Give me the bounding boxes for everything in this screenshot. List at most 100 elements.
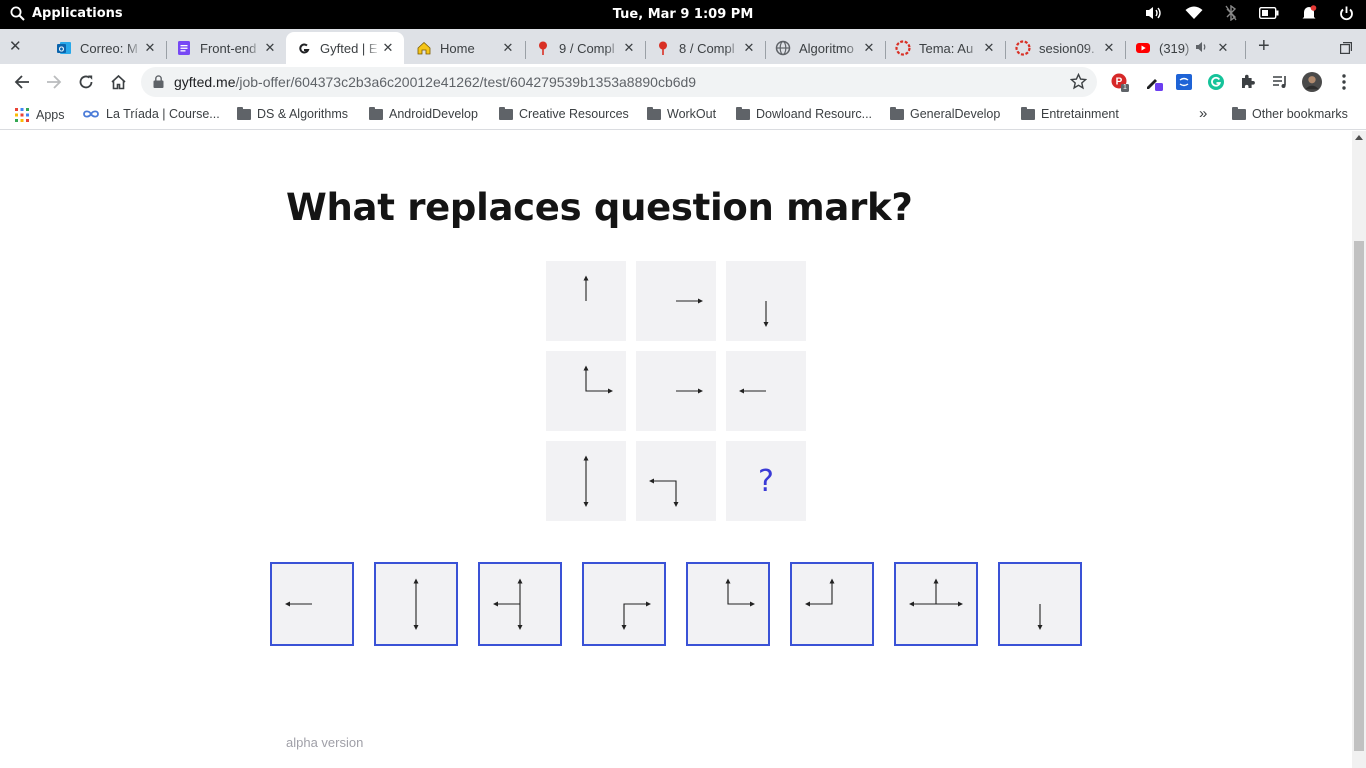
tab-close-icon[interactable]: ✕ <box>262 40 278 56</box>
moodle-icon <box>1015 40 1031 56</box>
infinity-icon <box>83 110 99 118</box>
adblock-extension-icon[interactable]: P 1 <box>1110 72 1130 92</box>
tab-title: 9 / Compl <box>559 40 615 56</box>
tab-close-icon[interactable]: ✕ <box>1215 40 1231 56</box>
tab-close-icon[interactable]: ✕ <box>621 40 637 56</box>
answer-option-1[interactable] <box>270 562 354 646</box>
bookmark-label: La Tríada | Course... <box>106 107 220 121</box>
answer-option-8[interactable] <box>998 562 1082 646</box>
tab-front-end[interactable]: Front-end ✕ <box>166 32 286 64</box>
volume-icon[interactable] <box>1145 5 1163 21</box>
t-left-up-down-figure <box>493 578 523 630</box>
tab-separator <box>1245 41 1246 59</box>
reload-button[interactable] <box>76 72 96 92</box>
bookmark-label: GeneralDevelop <box>910 107 1001 121</box>
tab-title: Gyfted | E <box>320 40 378 56</box>
folder-icon <box>1232 106 1246 120</box>
browser-menu-icon[interactable] <box>1334 72 1354 92</box>
bookmark-label: Other bookmarks <box>1252 107 1348 121</box>
folder-icon <box>647 106 661 120</box>
arrow-right-figure <box>676 388 703 394</box>
wifi-icon[interactable] <box>1185 6 1203 20</box>
t-left-right-up-figure <box>909 578 963 607</box>
scroll-thumb[interactable] <box>1354 241 1364 751</box>
eyedropper-extension-icon[interactable] <box>1144 72 1164 92</box>
tab-search-icon[interactable] <box>1340 41 1352 59</box>
tab-sesion09[interactable]: sesion09. ✕ <box>1005 32 1125 64</box>
forward-arrow-icon <box>47 75 62 89</box>
moodle-icon <box>895 40 911 56</box>
bookmark-entretainment[interactable]: Entretainment <box>1021 106 1119 121</box>
url-domain: gyfted.me <box>174 74 236 90</box>
grid-cell-r3c1 <box>546 441 626 521</box>
tab-youtube[interactable]: (319) ✕ <box>1125 32 1245 64</box>
bookmarks-overflow-button[interactable]: » <box>1199 105 1207 122</box>
arrow-left-figure <box>739 388 766 394</box>
corner-left-down-figure <box>649 478 679 507</box>
close-window-icon[interactable]: ✕ <box>9 39 22 54</box>
media-controls-icon[interactable] <box>1270 72 1290 92</box>
profile-avatar[interactable] <box>1302 72 1322 92</box>
tab-close-icon[interactable]: ✕ <box>142 40 158 56</box>
bluetooth-off-icon[interactable] <box>1225 5 1237 21</box>
arrow-right-figure <box>676 298 703 304</box>
bookmark-star-icon[interactable] <box>1070 73 1087 90</box>
outlook-icon: O <box>56 40 72 56</box>
home-button[interactable] <box>108 72 128 92</box>
folder-icon <box>890 106 904 120</box>
tab-close-icon[interactable]: ✕ <box>380 40 396 56</box>
page-scrollbar[interactable] <box>1352 131 1366 768</box>
notification-icon[interactable] <box>1301 5 1317 21</box>
arrow-down-figure <box>1037 604 1043 630</box>
version-label: alpha version <box>286 735 364 750</box>
audio-playing-icon[interactable] <box>1195 41 1209 56</box>
tab-title: Front-end <box>200 40 257 56</box>
bookmark-dowloand-resources[interactable]: Dowloand Resourc... <box>736 106 872 121</box>
tab-close-icon[interactable]: ✕ <box>1101 40 1117 56</box>
answer-option-6[interactable] <box>790 562 874 646</box>
tab-close-icon[interactable]: ✕ <box>981 40 997 56</box>
grammarly-extension-icon[interactable] <box>1206 72 1226 92</box>
bookmark-androiddevelop[interactable]: AndroidDevelop <box>369 106 478 121</box>
answer-option-4[interactable] <box>582 562 666 646</box>
lock-icon[interactable] <box>153 75 164 88</box>
bookmark-workout[interactable]: WorkOut <box>647 106 716 121</box>
back-button[interactable] <box>12 72 32 92</box>
tab-close-icon[interactable]: ✕ <box>861 40 877 56</box>
bookmark-ds-algorithms[interactable]: DS & Algorithms <box>237 106 348 121</box>
scroll-up-arrow-icon[interactable] <box>1355 135 1363 140</box>
bookmark-creative-resources[interactable]: Creative Resources <box>499 106 629 121</box>
youtube-icon <box>1135 40 1151 56</box>
answer-option-2[interactable] <box>374 562 458 646</box>
grid-cell-r2c2 <box>636 351 716 431</box>
battery-icon[interactable] <box>1259 7 1279 19</box>
reload-icon <box>79 75 93 89</box>
bookmark-la-triada[interactable]: La Tríada | Course... <box>82 107 220 121</box>
bookmark-generaldevelop[interactable]: GeneralDevelop <box>890 106 1001 121</box>
browser-tab-strip: ✕ O Correo: M ✕ Front-end ✕ Gyfted | E ✕… <box>0 29 1366 64</box>
new-tab-button[interactable]: + <box>1258 36 1270 56</box>
tab-close-icon[interactable]: ✕ <box>741 40 757 56</box>
corner-up-right-figure <box>725 578 755 607</box>
tab-algoritmo[interactable]: Algoritmo ✕ <box>765 32 885 64</box>
answer-option-7[interactable] <box>894 562 978 646</box>
arrow-up-figure <box>583 275 589 301</box>
answer-option-5[interactable] <box>686 562 770 646</box>
tab-correo[interactable]: O Correo: M ✕ <box>46 32 166 64</box>
bookmark-apps[interactable]: Apps <box>14 107 65 123</box>
tab-gyfted[interactable]: Gyfted | E ✕ <box>286 32 404 64</box>
answer-option-3[interactable] <box>478 562 562 646</box>
extensions-puzzle-icon[interactable] <box>1238 72 1258 92</box>
tab-compl-9[interactable]: 9 / Compl ✕ <box>525 32 645 64</box>
tab-compl-8[interactable]: 8 / Compl ✕ <box>645 32 765 64</box>
power-icon[interactable] <box>1339 6 1354 21</box>
forward-button[interactable] <box>44 72 64 92</box>
tab-tema[interactable]: Tema: Au ✕ <box>885 32 1005 64</box>
tab-close-icon[interactable]: ✕ <box>500 40 516 56</box>
address-bar[interactable]: gyfted.me/job-offer/604373c2b3a6c20012e4… <box>141 67 1097 97</box>
tab-home[interactable]: Home ✕ <box>406 32 524 64</box>
url-text: gyfted.me/job-offer/604373c2b3a6c20012e4… <box>174 74 696 90</box>
screenshot-extension-icon[interactable] <box>1174 72 1194 92</box>
bookmark-other[interactable]: Other bookmarks <box>1232 106 1348 121</box>
os-top-bar: Applications Tue, Mar 9 1:09 PM <box>0 0 1366 29</box>
